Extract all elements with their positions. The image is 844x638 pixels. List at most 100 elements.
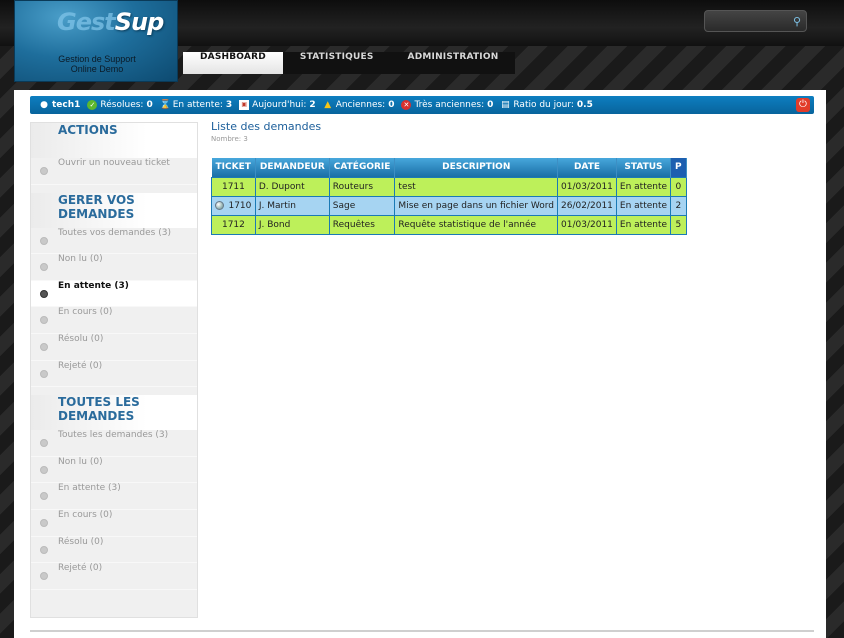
- status-user[interactable]: ● tech1: [39, 100, 80, 110]
- cell-categorie: Routeurs: [328, 176, 396, 197]
- status-aujourdhui: ▣ Aujourd'hui: 2: [239, 100, 316, 110]
- column-header-description[interactable]: DESCRIPTION: [394, 158, 559, 177]
- tab-statistiques[interactable]: STATISTIQUES: [283, 52, 391, 74]
- cell-date: 01/03/2011: [557, 176, 617, 197]
- user-icon: ●: [40, 100, 48, 110]
- result-count: Nombre: 3: [211, 135, 248, 143]
- column-header-categorie[interactable]: CATÉGORIE: [329, 158, 396, 177]
- bullet-icon: [40, 439, 48, 448]
- bullet-icon: [40, 465, 48, 474]
- sidebar-item-label: Rejeté (0): [58, 563, 103, 574]
- cell-priority: 0: [670, 176, 687, 197]
- column-header-priority[interactable]: P: [670, 158, 687, 177]
- table-row[interactable]: 1712 J. Bond Requêtes Requête statistiqu…: [211, 214, 687, 235]
- sidebar-item-all-unread[interactable]: Non lu (0): [31, 457, 197, 484]
- search-input[interactable]: [710, 14, 792, 29]
- main-content: Liste des demandes Nombre: 3 TICKET DEMA…: [211, 120, 687, 235]
- bullet-icon: [40, 545, 48, 554]
- tab-dashboard[interactable]: DASHBOARD: [183, 52, 283, 74]
- column-header-status[interactable]: STATUS: [616, 158, 672, 177]
- column-header-date[interactable]: DATE: [557, 158, 617, 177]
- bullet-icon: [40, 572, 48, 581]
- sidebar-item-all-resolved[interactable]: Résolu (0): [31, 537, 197, 564]
- sidebar-item-all-in-progress[interactable]: En cours (0): [31, 510, 197, 537]
- tres-anciennes-label: Très anciennes:: [414, 100, 485, 110]
- bullet-icon: [40, 342, 48, 351]
- page-title: Liste des demandes: [211, 120, 322, 133]
- bullet-icon: [40, 263, 48, 272]
- sidebar-item-label: Toutes vos demandes (3): [58, 227, 171, 238]
- sidebar-heading-actions: ACTIONS: [31, 123, 197, 158]
- check-icon: ✓: [87, 100, 98, 110]
- calendar-icon: ▣: [239, 100, 250, 110]
- cell-date: 26/02/2011: [557, 195, 617, 216]
- sidebar-item-label: En attente (3): [58, 280, 129, 291]
- column-header-demandeur[interactable]: DEMANDEUR: [255, 158, 330, 177]
- cell-categorie: Sage: [328, 195, 396, 216]
- logo[interactable]: GestSup Gestion de Support Online Demo: [14, 0, 178, 82]
- anciennes-label: Anciennes:: [335, 100, 386, 110]
- cell-status: En attente: [615, 214, 672, 235]
- aujourdhui-count: 2: [309, 100, 316, 110]
- sidebar-item-label: Toutes les demandes (3): [58, 430, 169, 441]
- logo-word-sup: Sup: [114, 8, 165, 36]
- cell-ticket[interactable]: 1711: [211, 176, 256, 197]
- cell-categorie: Requêtes: [328, 214, 396, 235]
- logo-word-gest: Gest: [57, 8, 116, 36]
- sidebar-item-all-rejected[interactable]: Rejeté (0): [31, 563, 197, 590]
- status-en-attente: ⌛ En attente: 3: [160, 100, 232, 110]
- content-panel: ● tech1 ✓ Résolues: 0 ⌛ En attente: 3 ▣ …: [14, 90, 826, 638]
- cell-ticket[interactable]: 1712: [211, 214, 256, 235]
- anciennes-count: 0: [388, 100, 395, 110]
- main-nav: DASHBOARD STATISTIQUES ADMINISTRATION: [183, 52, 516, 74]
- sidebar-item-label: Résolu (0): [58, 536, 104, 547]
- bullet-icon: [40, 316, 48, 325]
- logo-wordmark: GestSup: [57, 8, 165, 36]
- table-row[interactable]: 1711 D. Dupont Routeurs test 01/03/2011 …: [211, 176, 687, 197]
- power-icon[interactable]: ⏻: [796, 98, 810, 112]
- logo-subtitle-demo: Online Demo: [70, 64, 124, 74]
- status-resolues: ✓ Résolues: 0: [87, 100, 153, 110]
- sidebar-item-mine-in-progress[interactable]: En cours (0): [31, 307, 197, 334]
- sidebar-heading-mine: GERER VOS DEMANDES: [31, 192, 197, 228]
- search-icon[interactable]: ⚲: [793, 15, 801, 28]
- cell-ticket[interactable]: 1710: [211, 195, 256, 216]
- tickets-table: TICKET DEMANDEUR CATÉGORIE DESCRIPTION D…: [211, 158, 687, 235]
- unread-icon: [215, 200, 225, 210]
- ratio-value: 0.5: [576, 100, 593, 110]
- sidebar-item-mine-rejected[interactable]: Rejeté (0): [31, 361, 197, 388]
- column-header-ticket[interactable]: TICKET: [211, 158, 256, 177]
- cell-ticket-number: 1710: [228, 200, 252, 211]
- error-icon: ✕: [401, 100, 412, 110]
- cell-description: test: [394, 176, 559, 197]
- sidebar-item-mine-waiting[interactable]: En attente (3): [31, 280, 197, 308]
- ratio-label: Ratio du jour:: [513, 100, 574, 110]
- document-icon: ▤: [501, 100, 510, 110]
- sidebar-item-mine-resolved[interactable]: Résolu (0): [31, 334, 197, 361]
- sidebar: ACTIONS Ouvrir un nouveau ticket GERER V…: [30, 122, 198, 618]
- sidebar-item-label: En cours (0): [58, 307, 113, 318]
- aujourdhui-label: Aujourd'hui:: [252, 100, 307, 110]
- resolues-label: Résolues:: [100, 100, 144, 110]
- table-row[interactable]: 1710 J. Martin Sage Mise en page dans un…: [211, 195, 687, 216]
- username: tech1: [52, 100, 81, 110]
- cell-demandeur: D. Dupont: [254, 176, 330, 197]
- cell-demandeur: J. Martin: [254, 195, 330, 216]
- cell-status: En attente: [615, 195, 672, 216]
- tab-administration[interactable]: ADMINISTRATION: [391, 52, 516, 74]
- sidebar-heading-all: TOUTES LES DEMANDES: [31, 395, 197, 431]
- sidebar-item-label: En attente (3): [58, 483, 121, 494]
- search-box: ⚲: [704, 10, 807, 32]
- status-tres-anciennes: ✕ Très anciennes: 0: [401, 100, 493, 110]
- en-attente-label: En attente:: [172, 100, 223, 110]
- cell-date: 01/03/2011: [557, 214, 617, 235]
- sidebar-item-mine-all[interactable]: Toutes vos demandes (3): [31, 228, 197, 255]
- sidebar-item-mine-unread[interactable]: Non lu (0): [31, 254, 197, 281]
- sidebar-item-new-ticket[interactable]: Ouvrir un nouveau ticket: [31, 158, 197, 185]
- hourglass-icon: ⌛: [159, 100, 171, 110]
- sidebar-item-label: Rejeté (0): [58, 360, 103, 371]
- sidebar-item-all-waiting[interactable]: En attente (3): [31, 483, 197, 510]
- tres-anciennes-count: 0: [487, 100, 494, 110]
- sidebar-item-all-all[interactable]: Toutes les demandes (3): [31, 430, 197, 457]
- table-header-row: TICKET DEMANDEUR CATÉGORIE DESCRIPTION D…: [211, 158, 687, 177]
